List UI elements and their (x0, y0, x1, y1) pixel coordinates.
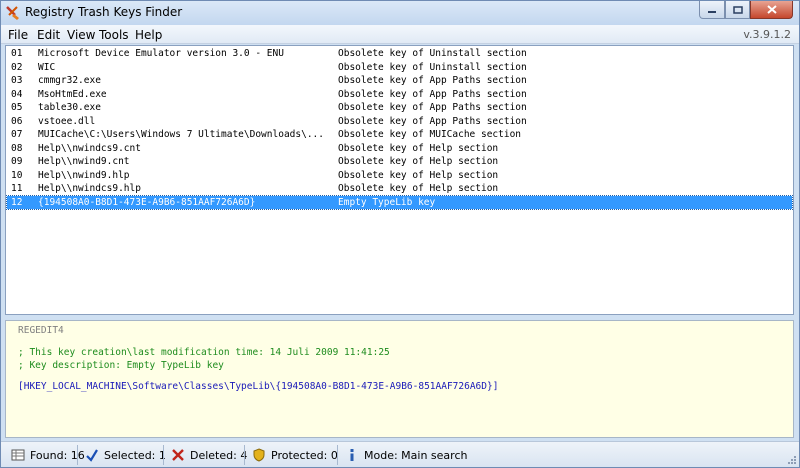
info-icon (345, 448, 359, 462)
shield-icon (252, 448, 266, 462)
status-bar: Found: 16 Selected: 1 Deleted: 4 Protect… (1, 441, 799, 467)
item-key: Help\\nwind9.cnt (38, 156, 130, 167)
menu-bar: File Edit View Tools Help v.3.9.1.2 (1, 25, 799, 44)
details-modification-time: ; This key creation\last modification ti… (18, 347, 390, 358)
minimize-button[interactable] (699, 1, 725, 19)
main-window: Registry Trash Keys Finder File Edit Vie… (0, 0, 800, 468)
menu-tools[interactable]: Tools (99, 28, 129, 42)
menu-edit[interactable]: Edit (37, 28, 60, 42)
list-item[interactable]: 10 Help\\nwind9.hlp Obsolete key of Help s… (7, 169, 792, 183)
status-protected: Protected: 0 (250, 446, 338, 464)
details-description: ; Key description: Empty TypeLib key (18, 360, 224, 371)
item-number: 03 (11, 75, 23, 86)
item-key: vstoee.dll (38, 115, 96, 127)
title-bar[interactable]: Registry Trash Keys Finder (1, 1, 799, 25)
list-item[interactable]: 04 MsoHtmEd.exe Obsolete key of App Paths … (7, 88, 792, 102)
item-key: {194508A0-B8D1-473E-A9B6-851AAF726A6D} (38, 196, 256, 208)
item-number: 06 (11, 115, 23, 127)
item-key: MUICache\C:\Users\Windows 7 Ultimate\Dow… (38, 129, 324, 140)
item-number: 01 (11, 48, 23, 59)
results-list[interactable]: 01 Microsoft Device Emulator version 3.0 … (5, 45, 794, 315)
list-item[interactable]: 06 vstoee.dll Obsolete key of App Paths se… (7, 115, 792, 129)
window-title: Registry Trash Keys Finder (25, 5, 183, 19)
item-number: 09 (11, 156, 23, 167)
list-item[interactable]: 12 {194508A0-B8D1-473E-A9B6-851AAF726A6D}… (6, 194, 793, 210)
menu-file[interactable]: File (8, 28, 28, 42)
item-key: Microsoft Device Emulator version 3.0 - … (38, 48, 284, 59)
list-item[interactable]: 11 Help\\nwindcs9.hlp Obsolete key of Help… (7, 182, 792, 196)
resize-grip-icon[interactable] (787, 455, 797, 465)
item-number: 08 (11, 142, 23, 154)
registry-broom-icon (5, 5, 21, 21)
item-description: Empty TypeLib key (338, 196, 436, 208)
item-number: 02 (11, 61, 23, 73)
close-button[interactable] (750, 1, 793, 19)
item-key: MsoHtmEd.exe (38, 88, 107, 100)
status-mode: Mode: Main search (343, 446, 467, 464)
x-icon (171, 448, 185, 462)
menu-help[interactable]: Help (135, 28, 162, 42)
item-description: Obsolete key of Help section (338, 156, 499, 167)
item-number: 04 (11, 88, 23, 100)
item-description: Obsolete key of Uninstall section (338, 61, 527, 73)
item-key: Help\\nwindcs9.hlp (38, 183, 141, 194)
minimize-icon (708, 10, 716, 13)
maximize-button[interactable] (725, 1, 750, 19)
list-item[interactable]: 08 Help\\nwindcs9.cnt Obsolete key of Help… (7, 142, 792, 156)
item-description: Obsolete key of MUICache section (338, 129, 522, 140)
list-item[interactable]: 03 cmmgr32.exe Obsolete key of App Paths s… (7, 74, 792, 88)
list-item[interactable]: 09 Help\\nwind9.cnt Obsolete key of Help s… (7, 155, 792, 169)
list-item[interactable]: 02 WIC Obsolete key of Uninstall section (7, 61, 792, 75)
item-key: Help\\nwind9.hlp (38, 169, 130, 181)
item-number: 11 (11, 183, 23, 194)
grid-icon (11, 448, 25, 462)
details-registry-key: [HKEY_LOCAL_MACHINE\Software\Classes\Typ… (18, 381, 499, 392)
status-selected: Selected: 1 (83, 446, 166, 464)
close-icon (766, 5, 777, 14)
item-description: Obsolete key of Help section (338, 183, 499, 194)
status-found: Found: 16 (9, 446, 85, 464)
list-item[interactable]: 01 Microsoft Device Emulator version 3.0 … (7, 47, 792, 61)
item-description: Obsolete key of App Paths section (338, 88, 527, 100)
details-pane[interactable]: REGEDIT4 ; This key creation\last modifi… (5, 320, 794, 438)
item-key: WIC (38, 61, 56, 73)
item-description: Obsolete key of Help section (338, 169, 499, 181)
checkmark-icon (85, 448, 99, 462)
item-description: Obsolete key of App Paths section (338, 115, 527, 127)
item-key: cmmgr32.exe (38, 75, 101, 86)
item-description: Obsolete key of App Paths section (338, 102, 527, 113)
details-header: REGEDIT4 (18, 325, 64, 336)
maximize-icon (732, 5, 743, 14)
list-item[interactable]: 05 table30.exe Obsolete key of App Paths s… (7, 101, 792, 115)
item-number: 12 (11, 196, 23, 208)
item-key: Help\\nwindcs9.cnt (38, 142, 141, 154)
item-description: Obsolete key of App Paths section (338, 75, 527, 86)
menu-view[interactable]: View (67, 28, 95, 42)
item-number: 05 (11, 102, 23, 113)
item-number: 10 (11, 169, 23, 181)
item-number: 07 (11, 129, 23, 140)
item-description: Obsolete key of Uninstall section (338, 48, 527, 59)
list-item[interactable]: 07 MUICache\C:\Users\Windows 7 Ultimate\D… (7, 128, 792, 142)
status-deleted: Deleted: 4 (169, 446, 247, 464)
item-description: Obsolete key of Help section (338, 142, 499, 154)
version-label: v.3.9.1.2 (743, 28, 791, 41)
item-key: table30.exe (38, 102, 101, 113)
